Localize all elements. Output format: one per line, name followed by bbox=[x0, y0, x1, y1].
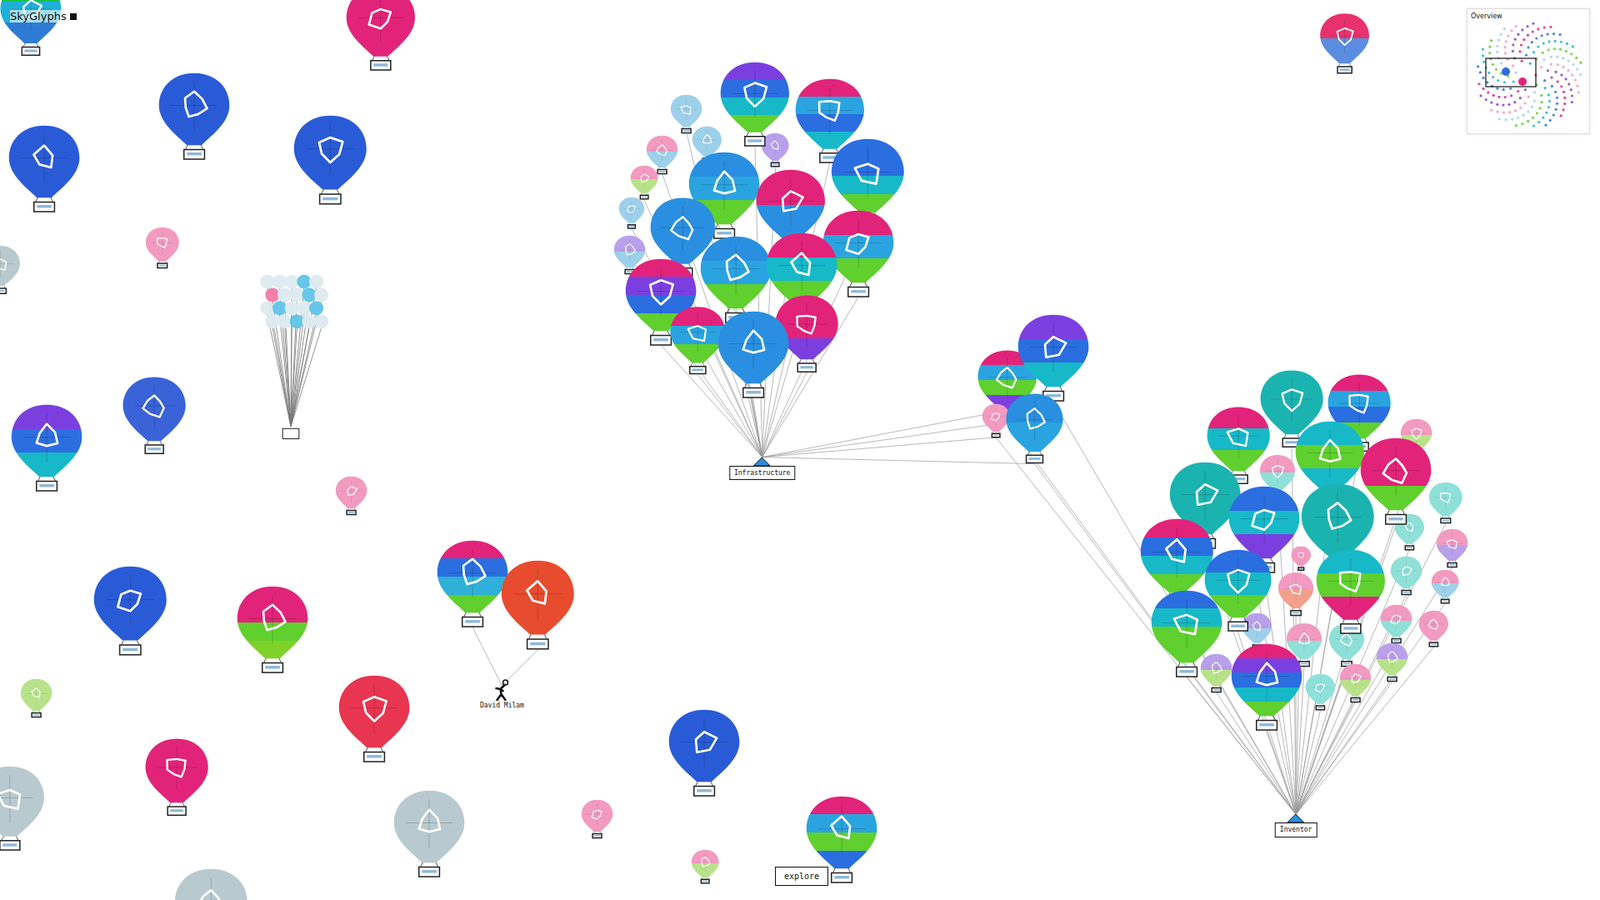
balloon-glyph[interactable] bbox=[345, 0, 417, 70]
mini-balloon[interactable] bbox=[296, 274, 311, 289]
balloon-glyph[interactable] bbox=[0, 765, 46, 851]
mini-balloon[interactable] bbox=[272, 274, 287, 289]
balloon-glyph[interactable] bbox=[292, 114, 369, 205]
viewport-rect[interactable] bbox=[1485, 58, 1536, 87]
balloon-glyph[interactable] bbox=[235, 585, 310, 674]
person-icon bbox=[492, 679, 511, 701]
balloon-glyph[interactable] bbox=[157, 71, 231, 160]
balloon-glyph[interactable] bbox=[580, 799, 614, 839]
balloon-glyph[interactable] bbox=[7, 124, 81, 213]
balloon-glyph[interactable] bbox=[630, 165, 659, 200]
cluster-label: Inventor bbox=[1275, 822, 1318, 838]
balloon-glyph[interactable] bbox=[335, 475, 368, 515]
mini-balloon[interactable] bbox=[301, 287, 316, 302]
balloon-glyph[interactable] bbox=[1435, 528, 1469, 568]
balloon-glyph[interactable] bbox=[1428, 481, 1464, 524]
balloon-glyph[interactable] bbox=[1375, 642, 1409, 682]
balloon-glyph[interactable] bbox=[667, 708, 741, 797]
tent-icon bbox=[754, 457, 771, 466]
balloon-glyph[interactable] bbox=[1390, 555, 1423, 595]
balloon-glyph[interactable] bbox=[0, 0, 63, 56]
mini-balloon[interactable] bbox=[277, 314, 292, 329]
balloon-glyph[interactable] bbox=[1305, 673, 1336, 710]
cluster-label: Infrastructure bbox=[729, 465, 795, 481]
mini-balloon[interactable] bbox=[290, 314, 305, 329]
mini-balloon[interactable] bbox=[314, 314, 329, 329]
balloon-glyph[interactable] bbox=[10, 403, 84, 492]
app-title: SkyGlyphs bbox=[10, 10, 67, 23]
mini-balloon[interactable] bbox=[260, 274, 275, 289]
balloon-glyph[interactable] bbox=[392, 789, 466, 878]
balloon-glyph[interactable] bbox=[1016, 313, 1090, 402]
balloon-glyph[interactable] bbox=[500, 559, 576, 650]
balloon-glyph[interactable] bbox=[1380, 604, 1413, 644]
overview-panel[interactable]: Overview bbox=[1466, 8, 1590, 135]
balloon-glyph[interactable] bbox=[1277, 571, 1315, 616]
mini-balloon[interactable] bbox=[314, 287, 329, 302]
cluster-label: David Milam bbox=[478, 700, 526, 711]
balloon-glyph[interactable] bbox=[670, 94, 703, 134]
mini-balloon[interactable] bbox=[277, 287, 292, 302]
explore-button[interactable]: explore bbox=[775, 866, 829, 886]
balloon-glyph[interactable] bbox=[92, 565, 169, 656]
tent-icon bbox=[1287, 814, 1305, 823]
balloon-glyph[interactable] bbox=[1430, 569, 1460, 604]
balloon-glyph[interactable] bbox=[20, 678, 53, 718]
sky-canvas[interactable]: Infrastructure Inventor David Milam SkyGlyp… bbox=[0, 0, 1600, 900]
balloon-glyph[interactable] bbox=[669, 305, 727, 375]
balloon-glyph[interactable] bbox=[1230, 642, 1304, 731]
mini-balloon[interactable] bbox=[265, 314, 280, 329]
balloon-glyph[interactable] bbox=[1290, 545, 1311, 570]
balloon-glyph[interactable] bbox=[1418, 610, 1450, 647]
mini-balloon[interactable] bbox=[285, 274, 300, 289]
cluster-anchor[interactable]: Infrastructure bbox=[729, 457, 795, 481]
balloon-glyph[interactable] bbox=[1339, 663, 1372, 703]
mini-balloon[interactable] bbox=[272, 300, 287, 315]
balloon-glyph[interactable] bbox=[1005, 392, 1065, 464]
mini-balloon[interactable] bbox=[309, 274, 324, 289]
balloon-glyph[interactable] bbox=[981, 403, 1010, 438]
mini-balloon[interactable] bbox=[285, 300, 300, 315]
balloon-glyph[interactable] bbox=[0, 245, 20, 295]
mini-balloon[interactable] bbox=[260, 300, 275, 315]
balloon-glyph[interactable] bbox=[1315, 548, 1387, 635]
app-header: SkyGlyphs bbox=[10, 10, 77, 23]
balloon-glyph[interactable] bbox=[618, 196, 645, 229]
balloon-glyph[interactable] bbox=[145, 226, 180, 269]
balloon-glyph[interactable] bbox=[173, 867, 250, 900]
mini-balloon[interactable] bbox=[265, 287, 280, 302]
mini-balloon[interactable] bbox=[296, 300, 311, 315]
balloon-glyph[interactable] bbox=[690, 849, 720, 884]
info-icon[interactable] bbox=[70, 13, 77, 20]
balloon-glyph[interactable] bbox=[719, 60, 791, 147]
balloon-glyph[interactable] bbox=[1150, 589, 1224, 678]
balloon-glyph[interactable] bbox=[121, 375, 187, 455]
overview-title: Overview bbox=[1470, 12, 1586, 20]
balloon-glyph[interactable] bbox=[337, 674, 411, 763]
balloon-glyph[interactable] bbox=[1319, 12, 1370, 74]
mini-balloon[interactable] bbox=[290, 287, 305, 302]
cluster-anchor[interactable]: David Milam bbox=[478, 679, 526, 711]
mini-balloon[interactable] bbox=[309, 300, 324, 315]
cluster-anchor[interactable]: Inventor bbox=[1275, 814, 1318, 838]
balloon-glyph[interactable] bbox=[435, 539, 510, 628]
balloon-glyph[interactable] bbox=[1200, 653, 1233, 693]
mini-balloon[interactable] bbox=[301, 314, 316, 329]
balloon-glyph[interactable] bbox=[716, 310, 790, 399]
overview-map[interactable] bbox=[1470, 20, 1588, 130]
balloon-glyph[interactable] bbox=[144, 737, 210, 816]
